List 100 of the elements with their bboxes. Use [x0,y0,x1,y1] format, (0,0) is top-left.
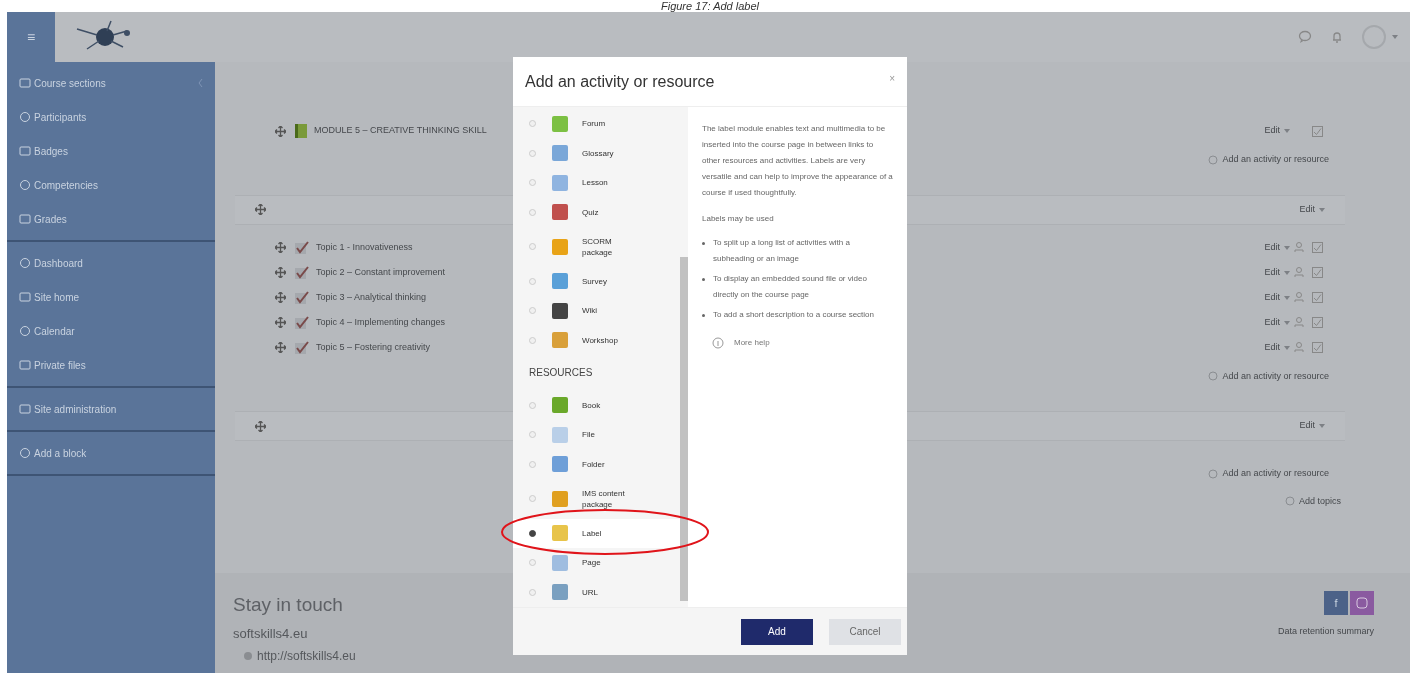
sidebar-item[interactable]: Private files [7,348,215,382]
move-icon[interactable] [275,125,286,137]
sidebar-item[interactable]: Course sections [7,66,215,100]
sidebar-item[interactable]: Dashboard [7,246,215,280]
edit-menu[interactable]: Edit [1264,340,1290,355]
edit-menu[interactable]: Edit [1264,240,1290,255]
nav-icon [19,359,31,371]
checkbox-icon[interactable] [1312,267,1323,278]
move-icon[interactable] [275,267,286,278]
module-option[interactable]: URL [513,577,680,608]
edit-menu[interactable]: Edit [1264,265,1290,280]
edit-menu[interactable]: Edit [1264,315,1290,330]
plus-circle-icon [1284,496,1295,507]
person-icon[interactable] [1294,242,1304,253]
instagram-icon[interactable] [1350,591,1374,615]
data-retention-link[interactable]: Data retention summary [1277,625,1374,639]
book-icon [294,123,308,139]
nav-icon [19,111,31,123]
site-link[interactable]: http://softskills4.eu [257,647,356,665]
bullet-icon [702,242,705,245]
bullet-icon [702,314,705,317]
add-activity-link[interactable]: Add an activity or resource [1222,153,1329,167]
bell-icon[interactable] [1330,30,1344,44]
edit-menu[interactable]: Edit [1299,202,1325,217]
module-option[interactable]: IMS content package [513,479,680,519]
module-option[interactable]: Survey [513,266,680,297]
add-activity-link[interactable]: Add an activity or resource [1222,467,1329,481]
checkbox-icon[interactable] [1312,342,1323,353]
checkmark-icon [294,289,310,306]
module-option[interactable]: Lesson [513,168,680,198]
move-icon[interactable] [275,292,286,303]
activity-link[interactable]: Topic 5 – Fostering creativity [316,340,431,355]
move-icon[interactable] [275,242,286,253]
cancel-button[interactable]: Cancel [829,618,901,645]
activity-link[interactable]: Topic 2 – Constant improvement [316,265,446,280]
sidebar-item[interactable]: Participants [7,100,215,134]
activity-link[interactable]: Topic 3 – Analytical thinking [316,290,427,305]
module-option[interactable]: Label [513,518,680,549]
checkbox-icon[interactable] [1312,292,1323,303]
sidebar-item[interactable]: Competencies [7,168,215,202]
caret-icon [1284,129,1290,133]
module-option[interactable]: Page [513,548,680,578]
add-activity-link[interactable]: Add an activity or resource [1222,369,1329,383]
sidebar-item[interactable]: Badges [7,134,215,168]
move-icon[interactable] [255,204,266,215]
nav-icon [19,257,31,269]
module-option[interactable]: Workshop [513,325,680,356]
plus-circle-icon [1208,154,1219,165]
caret-icon [1319,424,1325,428]
menu-button[interactable]: ≡ [7,12,55,62]
module-icon [552,397,568,414]
radio-button[interactable] [529,529,536,537]
module-option[interactable]: Folder [513,449,680,480]
nav-icon [19,179,31,191]
caret-icon [1284,270,1290,275]
module-option[interactable]: Quiz [513,197,680,228]
module-option[interactable]: File [513,420,680,450]
activity-link[interactable]: MODULE 5 – CREATIVE THINKING SKILL [314,124,487,138]
person-icon[interactable] [1294,317,1304,328]
checkmark-icon [294,314,310,331]
checkbox-icon[interactable] [1312,317,1323,328]
module-icon [552,554,568,571]
module-icon [552,525,568,542]
edit-menu[interactable]: Edit [1299,419,1325,433]
sidebar-item[interactable]: Add a block [7,436,215,470]
module-option[interactable]: Glossary [513,138,680,169]
sidebar-item[interactable]: Calendar [7,314,215,348]
move-icon[interactable] [255,420,266,432]
nav-icon [19,77,31,89]
use-item: To display an embedded sound file or video directly on the course page [713,273,868,301]
activity-link[interactable]: Topic 4 – Implementing changes [316,315,446,330]
person-icon[interactable] [1294,292,1304,303]
module-option[interactable]: SCORM package [513,227,680,267]
close-button[interactable]: × [889,71,895,86]
more-help-link[interactable]: More help [734,337,770,349]
module-option[interactable]: Forum [513,109,680,139]
sidebar-item[interactable]: Grades [7,202,215,236]
add-button[interactable]: Add [741,618,813,645]
chevron-icon[interactable] [198,79,203,87]
person-icon[interactable] [1294,267,1304,278]
figure-caption: Figure 17: Add label [660,0,759,12]
activity-link[interactable]: Topic 1 - Innovativeness [316,240,413,255]
checkbox-icon[interactable] [1312,125,1323,137]
module-icon [552,273,568,290]
module-option[interactable]: Book [513,390,680,421]
chat-icon[interactable] [1298,30,1312,44]
add-topics-link[interactable]: Add topics [1298,494,1341,508]
edit-menu[interactable]: Edit [1264,124,1290,138]
description-text: The label module enables text and multimedia to be inserted into the course page in between links to other resources and activities. Labels are very versatile and can help to improve the appearance of a course if used thoughtfully. [702,123,893,199]
plus-circle-icon [1208,468,1219,479]
edit-menu[interactable]: Edit [1264,290,1290,305]
checkbox-icon[interactable] [1312,242,1323,253]
move-icon[interactable] [275,342,286,353]
sidebar-item[interactable]: Site home [7,280,215,314]
module-icon [552,456,568,473]
person-icon[interactable] [1294,342,1304,353]
facebook-button[interactable]: f [1324,591,1348,615]
move-icon[interactable] [275,317,286,328]
sidebar-item[interactable]: Site administration [7,392,215,426]
module-option[interactable]: Wiki [513,296,680,326]
